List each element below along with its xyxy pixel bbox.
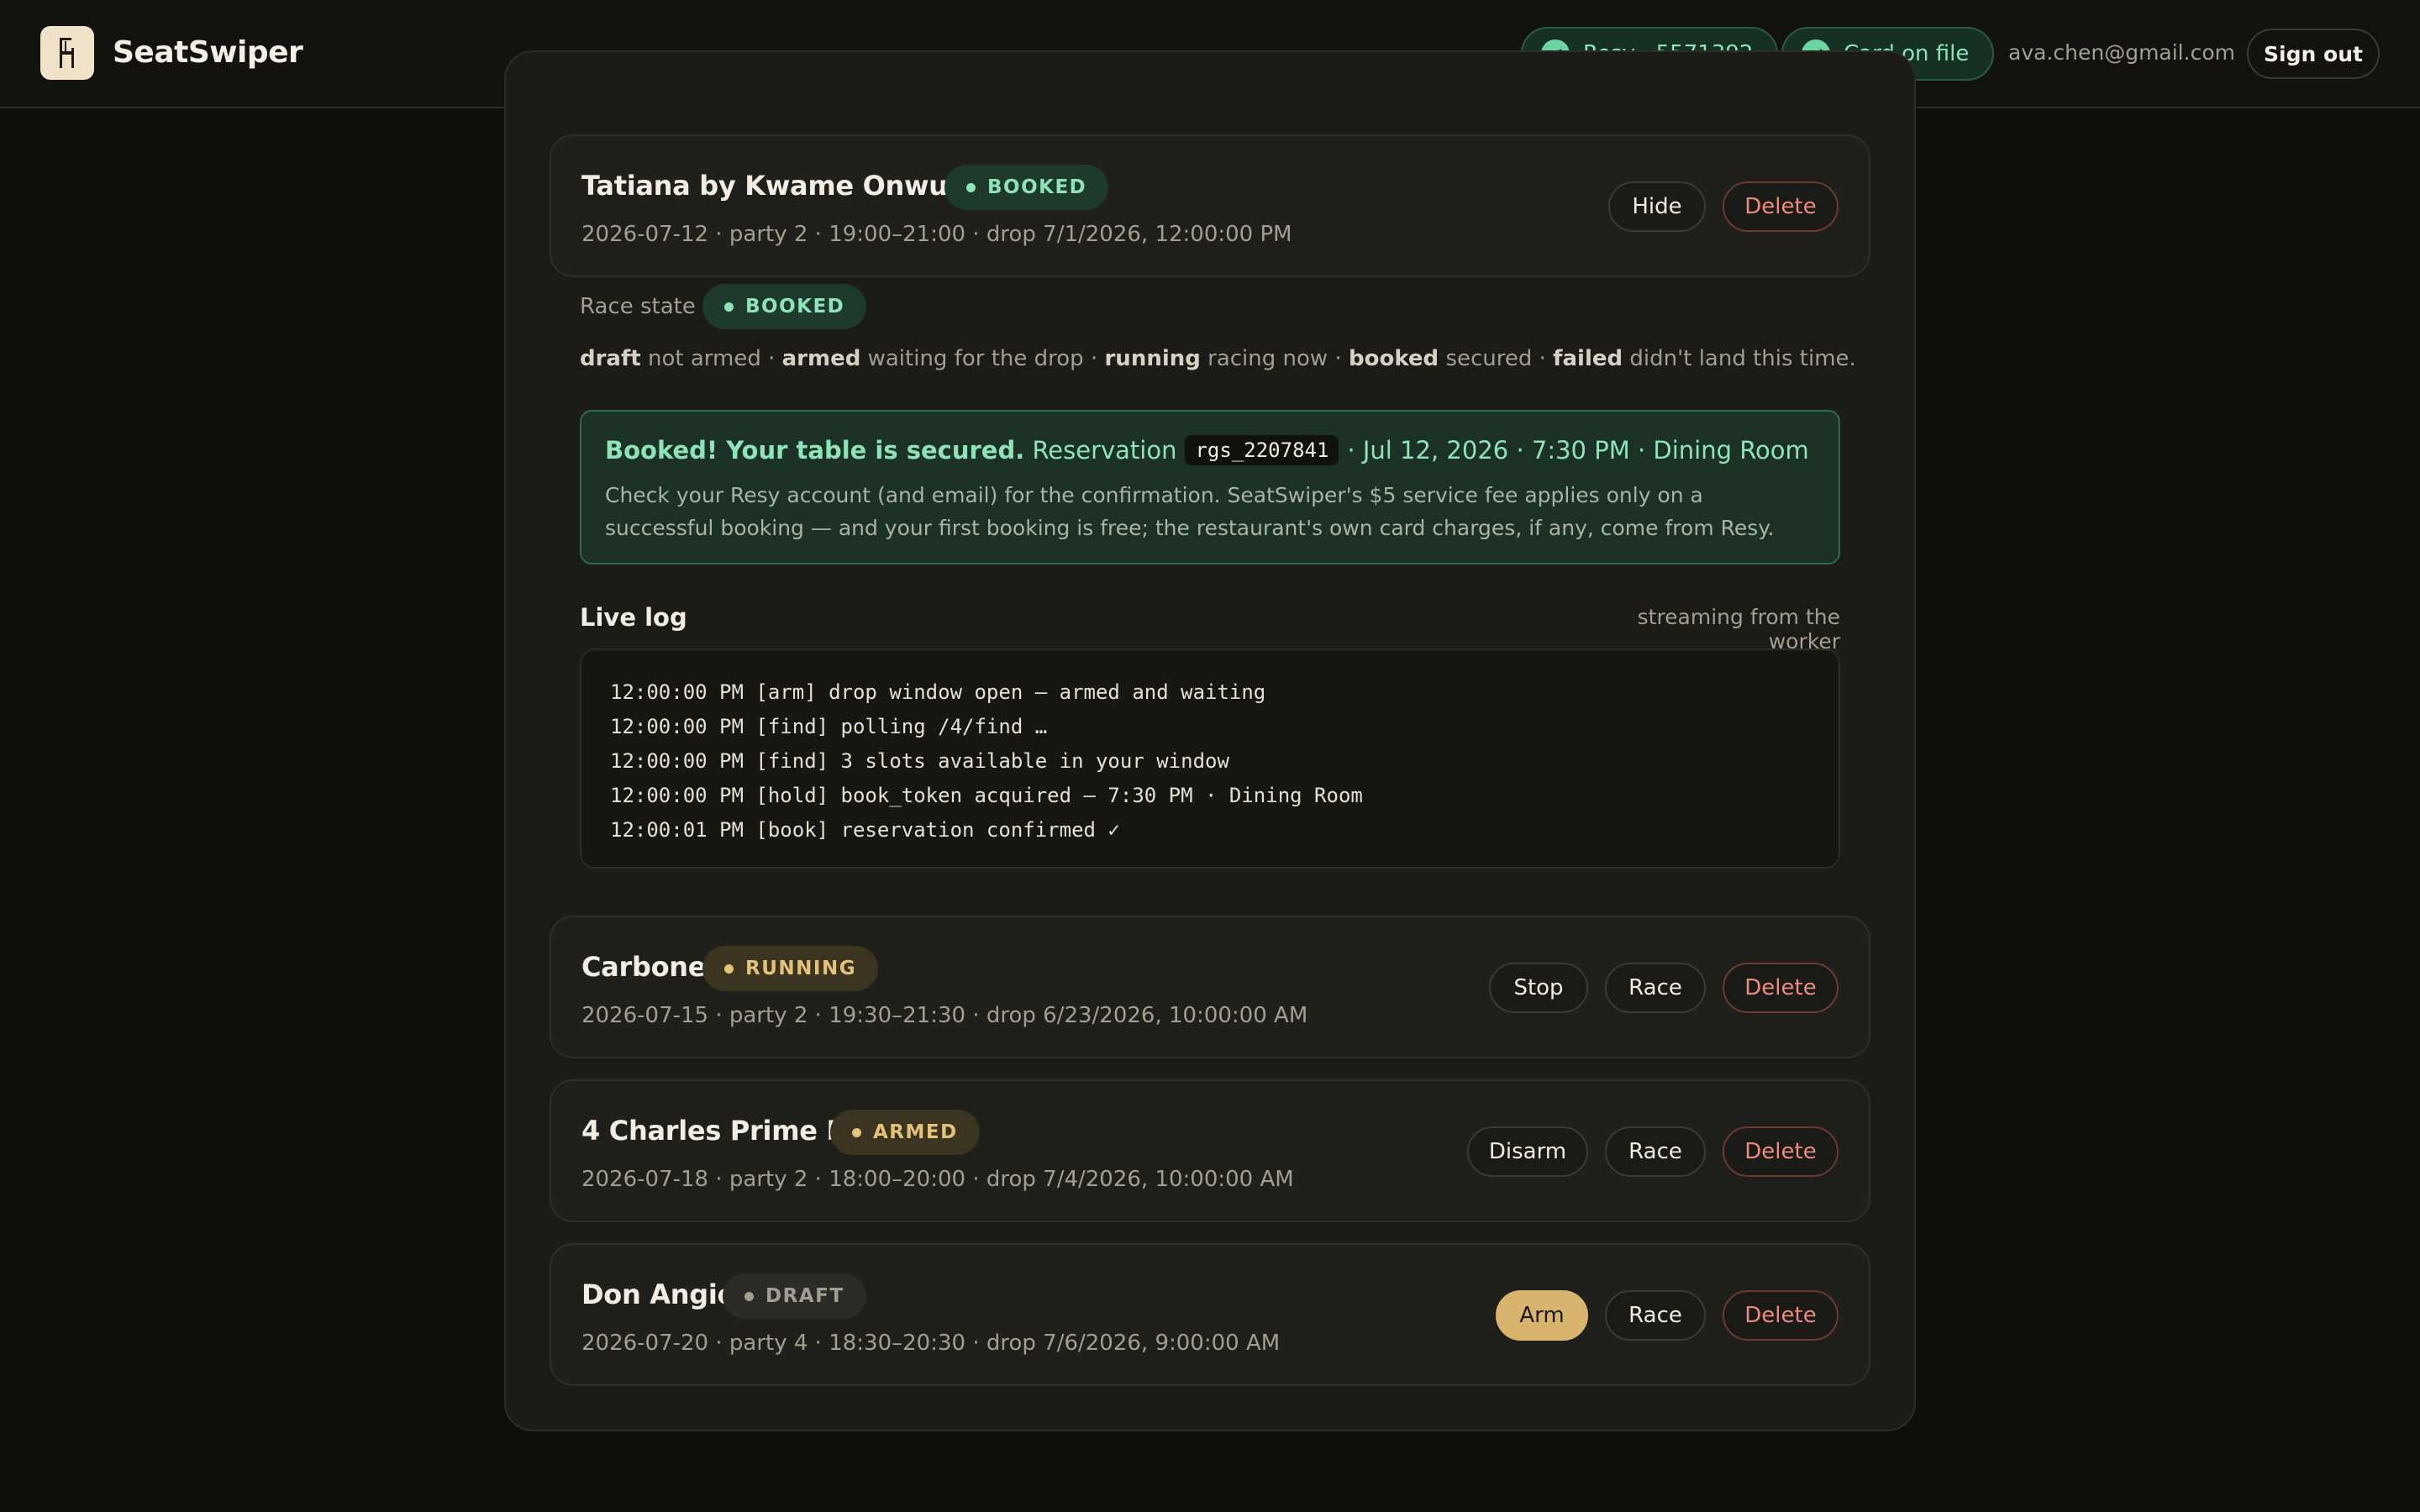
reservation-meta: 2026-07-18 · party 2 · 18:00–20:00 · dro… [581,1167,1294,1192]
logo[interactable] [40,26,94,80]
live-log-box[interactable]: 12:00:00 PM [arm] drop window open — arm… [580,648,1840,869]
status-dot-icon [744,1291,754,1301]
log-line: 12:00:00 PM [hold] book_token acquired —… [610,784,1363,807]
status-dot-icon [852,1127,861,1137]
success-headline: Booked! Your table is secured. [605,436,1025,465]
reservation-card-don-angie[interactable]: Don Angie DRAFT 2026-07-20 · party 4 · 1… [550,1243,1870,1386]
reservation-details: · Jul 12, 2026 · 7:30 PM · Dining Room [1347,436,1809,465]
booking-success-banner: Booked! Your table is secured. Reservati… [580,410,1840,564]
reservation-card-carbone[interactable]: Carbone RUNNING 2026-07-15 · party 2 · 1… [550,916,1870,1058]
success-body-text: Check your Resy account (and email) for … [605,483,1775,540]
disarm-button[interactable]: Disarm [1467,1126,1588,1177]
legend-term: failed [1553,346,1623,371]
legend-term: armed [781,346,861,371]
legend-desc: secured [1445,346,1533,371]
reservation-card-booked[interactable]: Tatiana by Kwame Onwuachi BOOKED 2026-07… [550,134,1870,277]
delete-button[interactable]: Delete [1723,1126,1839,1177]
chair-icon [60,38,74,68]
status-badge: BOOKED [944,165,1109,210]
brand-name: SeatSwiper [113,35,303,70]
race-state-label: Race state [580,294,696,319]
delete-button[interactable]: Delete [1723,963,1839,1013]
reservation-card-4-charles[interactable]: 4 Charles Prime Rib ARMED 2026-07-18 · p… [550,1079,1870,1222]
log-line: 12:00:00 PM [find] polling /4/find … [610,715,1048,738]
legend-desc: didn't land this time. [1629,346,1856,371]
live-log-title: Live log [580,603,687,632]
status-label: BOOKED [987,176,1087,198]
log-line: 12:00:00 PM [arm] drop window open — arm… [610,680,1266,704]
success-headline-row: Booked! Your table is secured. Reservati… [605,435,1809,465]
hide-button[interactable]: Hide [1608,181,1706,232]
race-button[interactable]: Race [1605,1126,1706,1177]
log-line: 12:00:00 PM [find] 3 slots available in … [610,749,1229,773]
status-badge: ARMED [830,1110,980,1155]
sign-out-button[interactable]: Sign out [2247,29,2380,79]
status-badge: RUNNING [702,946,879,991]
status-dot-icon [724,963,734,974]
restaurant-name: Carbone [581,951,707,983]
race-button[interactable]: Race [1605,1290,1706,1341]
status-dot-icon [966,182,976,192]
reservation-meta: 2026-07-20 · party 4 · 18:30–20:30 · dro… [581,1331,1281,1356]
user-email: ava.chen@gmail.com [2008,40,2235,65]
status-dot-icon [724,302,734,312]
race-state-value: BOOKED [745,296,845,318]
reservation-meta: 2026-07-12 · party 2 · 19:00–21:00 · dro… [581,222,1292,247]
reservation-label: Reservation [1032,436,1177,465]
restaurant-name: Don Angie [581,1278,735,1310]
delete-button[interactable]: Delete [1723,1290,1839,1341]
legend-desc: not armed [647,346,761,371]
race-state-legend: draft not armed · armed waiting for the … [580,346,1856,371]
race-button[interactable]: Race [1605,963,1706,1013]
log-line: 12:00:01 PM [book] reservation confirmed… [610,818,1120,842]
delete-button[interactable]: Delete [1723,181,1839,232]
stop-button[interactable]: Stop [1489,963,1588,1013]
legend-term: booked [1348,346,1439,371]
race-state-badge: BOOKED [702,284,867,329]
arm-button[interactable]: Arm [1496,1290,1588,1341]
legend-desc: waiting for the drop [867,346,1084,371]
status-label: ARMED [873,1121,958,1143]
legend-term: running [1104,346,1201,371]
status-badge: DRAFT [723,1273,866,1319]
reservation-code[interactable]: rgs_2207841 [1185,435,1339,465]
status-label: DRAFT [765,1285,844,1307]
live-log-source: streaming from the worker [1637,605,1840,654]
reservation-meta: 2026-07-15 · party 2 · 19:30–21:30 · dro… [581,1003,1308,1028]
status-label: RUNNING [745,958,857,979]
legend-desc: racing now [1207,346,1328,371]
legend-term: draft [580,346,641,371]
